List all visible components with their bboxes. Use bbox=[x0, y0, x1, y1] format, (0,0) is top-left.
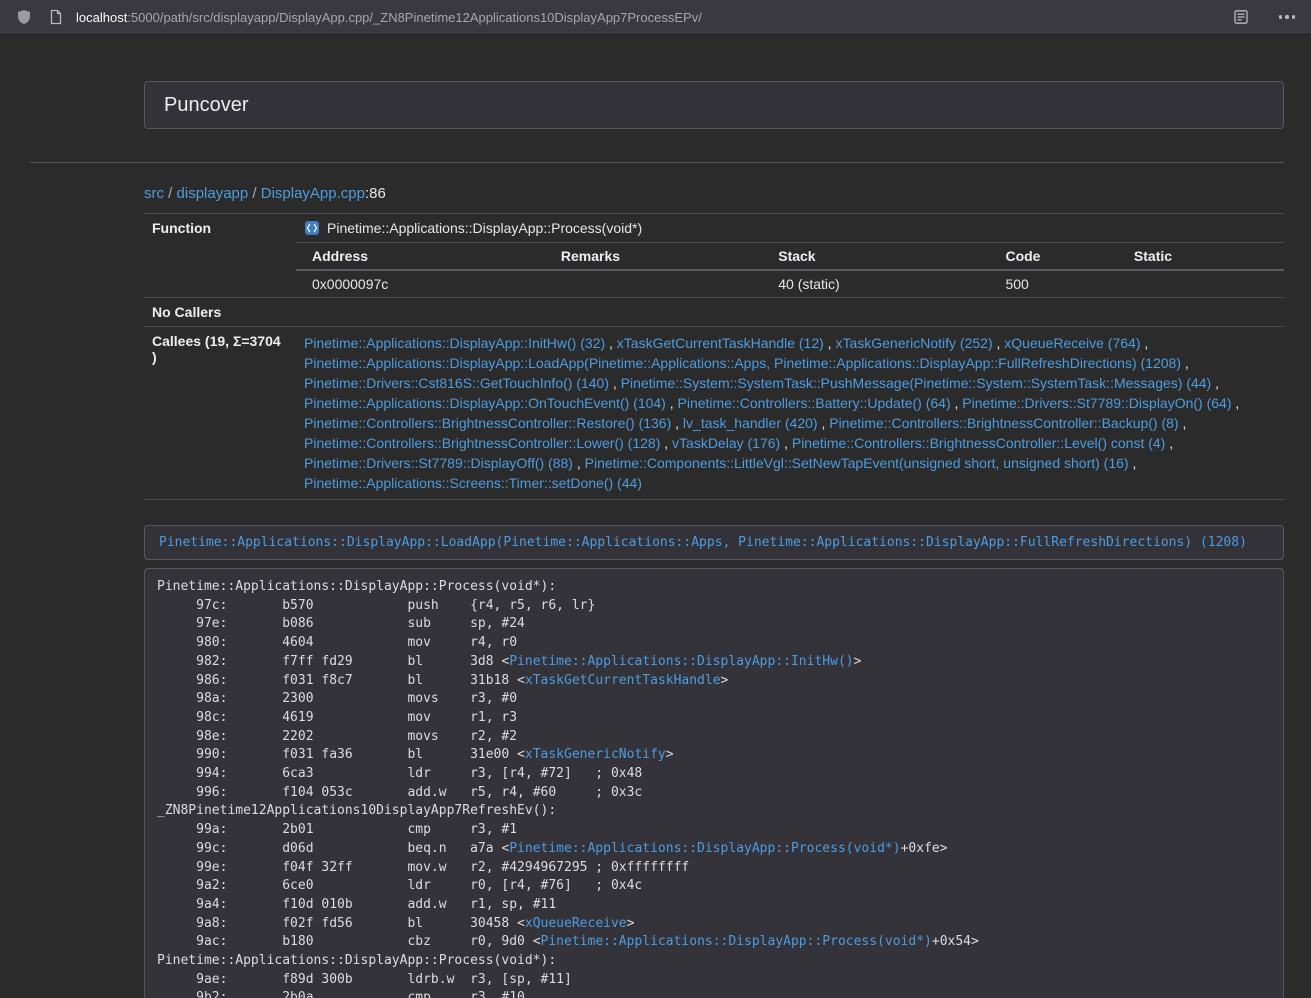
column-code: Code bbox=[997, 243, 1125, 270]
callee-separator: , bbox=[660, 435, 672, 451]
callee-separator: , bbox=[1140, 335, 1148, 351]
callee-link[interactable]: Pinetime::Applications::Screens::Timer::… bbox=[304, 475, 642, 491]
callee-separator: , bbox=[605, 335, 617, 351]
callee-link[interactable]: Pinetime::Applications::DisplayApp::OnTo… bbox=[304, 395, 666, 411]
callee-link[interactable]: Pinetime::Components::LittleVgl::SetNewT… bbox=[585, 455, 1129, 471]
function-icon-glyph bbox=[304, 220, 320, 236]
callee-link[interactable]: Pinetime::Controllers::BrightnessControl… bbox=[304, 415, 671, 431]
callee-separator: , bbox=[1232, 395, 1240, 411]
callee-separator: , bbox=[1211, 375, 1219, 391]
no-callers-row: No Callers bbox=[144, 298, 1284, 327]
callee-link[interactable]: vTaskDelay (176) bbox=[672, 435, 780, 451]
shield-icon[interactable] bbox=[12, 5, 36, 29]
callees-label: Callees (19, Σ=3704 ) bbox=[144, 327, 296, 500]
callee-link[interactable]: Pinetime::Drivers::St7789::DisplayOn() (… bbox=[962, 395, 1231, 411]
breadcrumb-separator: / bbox=[164, 185, 177, 202]
disassembly-code: Pinetime::Applications::DisplayApp::Proc… bbox=[144, 568, 1284, 998]
code-symbol-link[interactable]: xTaskGenericNotify bbox=[525, 747, 666, 762]
callee-separator: , bbox=[780, 435, 792, 451]
breadcrumb-separator: / bbox=[248, 185, 261, 202]
overflow-menu-icon[interactable] bbox=[1275, 5, 1299, 29]
cell-code: 500 bbox=[997, 270, 1125, 297]
page-info-icon[interactable] bbox=[44, 5, 68, 29]
page-body: Puncover src / displayapp / DisplayApp.c… bbox=[0, 81, 1311, 998]
function-row: Function Pinetime::Applications::Display… bbox=[144, 214, 1284, 298]
reader-view-icon[interactable] bbox=[1229, 5, 1253, 29]
metrics-value-row: 0x0000097c 40 (static) 500 bbox=[296, 270, 1284, 297]
callee-separator: , bbox=[1129, 455, 1137, 471]
callees-list: Pinetime::Applications::DisplayApp::Init… bbox=[296, 327, 1284, 500]
column-address: Address bbox=[296, 243, 553, 270]
callee-link[interactable]: Pinetime::Controllers::Battery::Update()… bbox=[678, 395, 951, 411]
function-row-label: Function bbox=[144, 214, 296, 298]
code-symbol-link[interactable]: Pinetime::Applications::DisplayApp::Proc… bbox=[541, 934, 932, 949]
callee-separator: , bbox=[951, 395, 963, 411]
breadcrumb-link[interactable]: displayapp bbox=[177, 185, 249, 202]
callee-link[interactable]: Pinetime::System::SystemTask::PushMessag… bbox=[621, 375, 1212, 391]
divider bbox=[30, 162, 1284, 163]
code-symbol-link[interactable]: xQueueReceive bbox=[525, 916, 627, 931]
code-symbol-link[interactable]: Pinetime::Applications::DisplayApp::Init… bbox=[509, 654, 853, 669]
cell-stack: 40 (static) bbox=[770, 270, 997, 297]
callee-separator: , bbox=[993, 335, 1005, 351]
callee-separator: , bbox=[573, 455, 585, 471]
callee-link[interactable]: xQueueReceive (764) bbox=[1004, 335, 1140, 351]
callee-link[interactable]: Pinetime::Applications::DisplayApp::Init… bbox=[304, 335, 605, 351]
no-callers-label: No Callers bbox=[144, 298, 296, 327]
callees-row: Callees (19, Σ=3704 ) Pinetime::Applicat… bbox=[144, 327, 1284, 500]
url-host: localhost bbox=[76, 10, 127, 25]
callee-separator: , bbox=[824, 335, 836, 351]
callee-separator: , bbox=[671, 415, 683, 431]
shield-icon-glyph bbox=[16, 9, 32, 25]
no-callers-cell bbox=[296, 298, 1284, 327]
callee-link[interactable]: Pinetime::Drivers::St7789::DisplayOff() … bbox=[304, 455, 573, 471]
loadapp-panel-link[interactable]: Pinetime::Applications::DisplayApp::Load… bbox=[159, 535, 1247, 550]
callee-separator: , bbox=[1179, 415, 1187, 431]
callee-separator: , bbox=[818, 415, 830, 431]
column-remarks: Remarks bbox=[553, 243, 770, 270]
function-table: Function Pinetime::Applications::Display… bbox=[144, 213, 1284, 500]
url-path: :5000/path/src/displayapp/DisplayApp.cpp… bbox=[127, 10, 702, 25]
breadcrumb: src / displayapp / DisplayApp.cpp:86 bbox=[144, 184, 1284, 203]
browser-toolbar: localhost:5000/path/src/displayapp/Displ… bbox=[0, 0, 1311, 35]
cell-remarks bbox=[553, 270, 770, 297]
cell-address: 0x0000097c bbox=[296, 270, 553, 297]
metrics-header-row: Address Remarks Stack Code Static bbox=[296, 243, 1284, 270]
function-signature-row: Pinetime::Applications::DisplayApp::Proc… bbox=[296, 214, 1284, 243]
code-symbol-link[interactable]: Pinetime::Applications::DisplayApp::Proc… bbox=[509, 841, 900, 856]
function-metrics-table: Address Remarks Stack Code Static 0x0000… bbox=[296, 243, 1284, 297]
function-details-cell: Pinetime::Applications::DisplayApp::Proc… bbox=[296, 214, 1284, 298]
puncover-header-panel: Puncover bbox=[144, 81, 1284, 129]
callee-separator: , bbox=[609, 375, 621, 391]
page-icon-glyph bbox=[49, 9, 63, 25]
callee-separator: , bbox=[1181, 355, 1189, 371]
callee-separator: , bbox=[666, 395, 678, 411]
callee-link[interactable]: Pinetime::Controllers::BrightnessControl… bbox=[792, 435, 1165, 451]
callee-link[interactable]: xTaskGetCurrentTaskHandle (12) bbox=[617, 335, 824, 351]
callee-link[interactable]: Pinetime::Applications::DisplayApp::Load… bbox=[304, 355, 1181, 371]
callee-link[interactable]: lv_task_handler (420) bbox=[683, 415, 818, 431]
function-signature: Pinetime::Applications::DisplayApp::Proc… bbox=[327, 220, 642, 236]
callee-link[interactable]: Pinetime::Controllers::BrightnessControl… bbox=[829, 415, 1178, 431]
breadcrumb-link[interactable]: DisplayApp.cpp bbox=[261, 185, 365, 202]
loadapp-panel: Pinetime::Applications::DisplayApp::Load… bbox=[144, 525, 1284, 560]
callee-separator: , bbox=[1165, 435, 1173, 451]
reader-view-glyph bbox=[1233, 9, 1249, 25]
page-title: Puncover bbox=[164, 94, 1264, 116]
cell-static bbox=[1126, 270, 1284, 297]
url-bar[interactable]: localhost:5000/path/src/displayapp/Displ… bbox=[44, 5, 1229, 29]
callee-link[interactable]: Pinetime::Drivers::Cst816S::GetTouchInfo… bbox=[304, 375, 609, 391]
column-static: Static bbox=[1126, 243, 1284, 270]
function-icon bbox=[304, 220, 320, 236]
callee-link[interactable]: Pinetime::Controllers::BrightnessControl… bbox=[304, 435, 660, 451]
breadcrumb-line-number: :86 bbox=[365, 185, 386, 202]
callee-link[interactable]: xTaskGenericNotify (252) bbox=[835, 335, 992, 351]
url-text: localhost:5000/path/src/displayapp/Displ… bbox=[76, 10, 702, 25]
column-stack: Stack bbox=[770, 243, 997, 270]
code-symbol-link[interactable]: xTaskGetCurrentTaskHandle bbox=[525, 673, 721, 688]
breadcrumb-link[interactable]: src bbox=[144, 185, 164, 202]
